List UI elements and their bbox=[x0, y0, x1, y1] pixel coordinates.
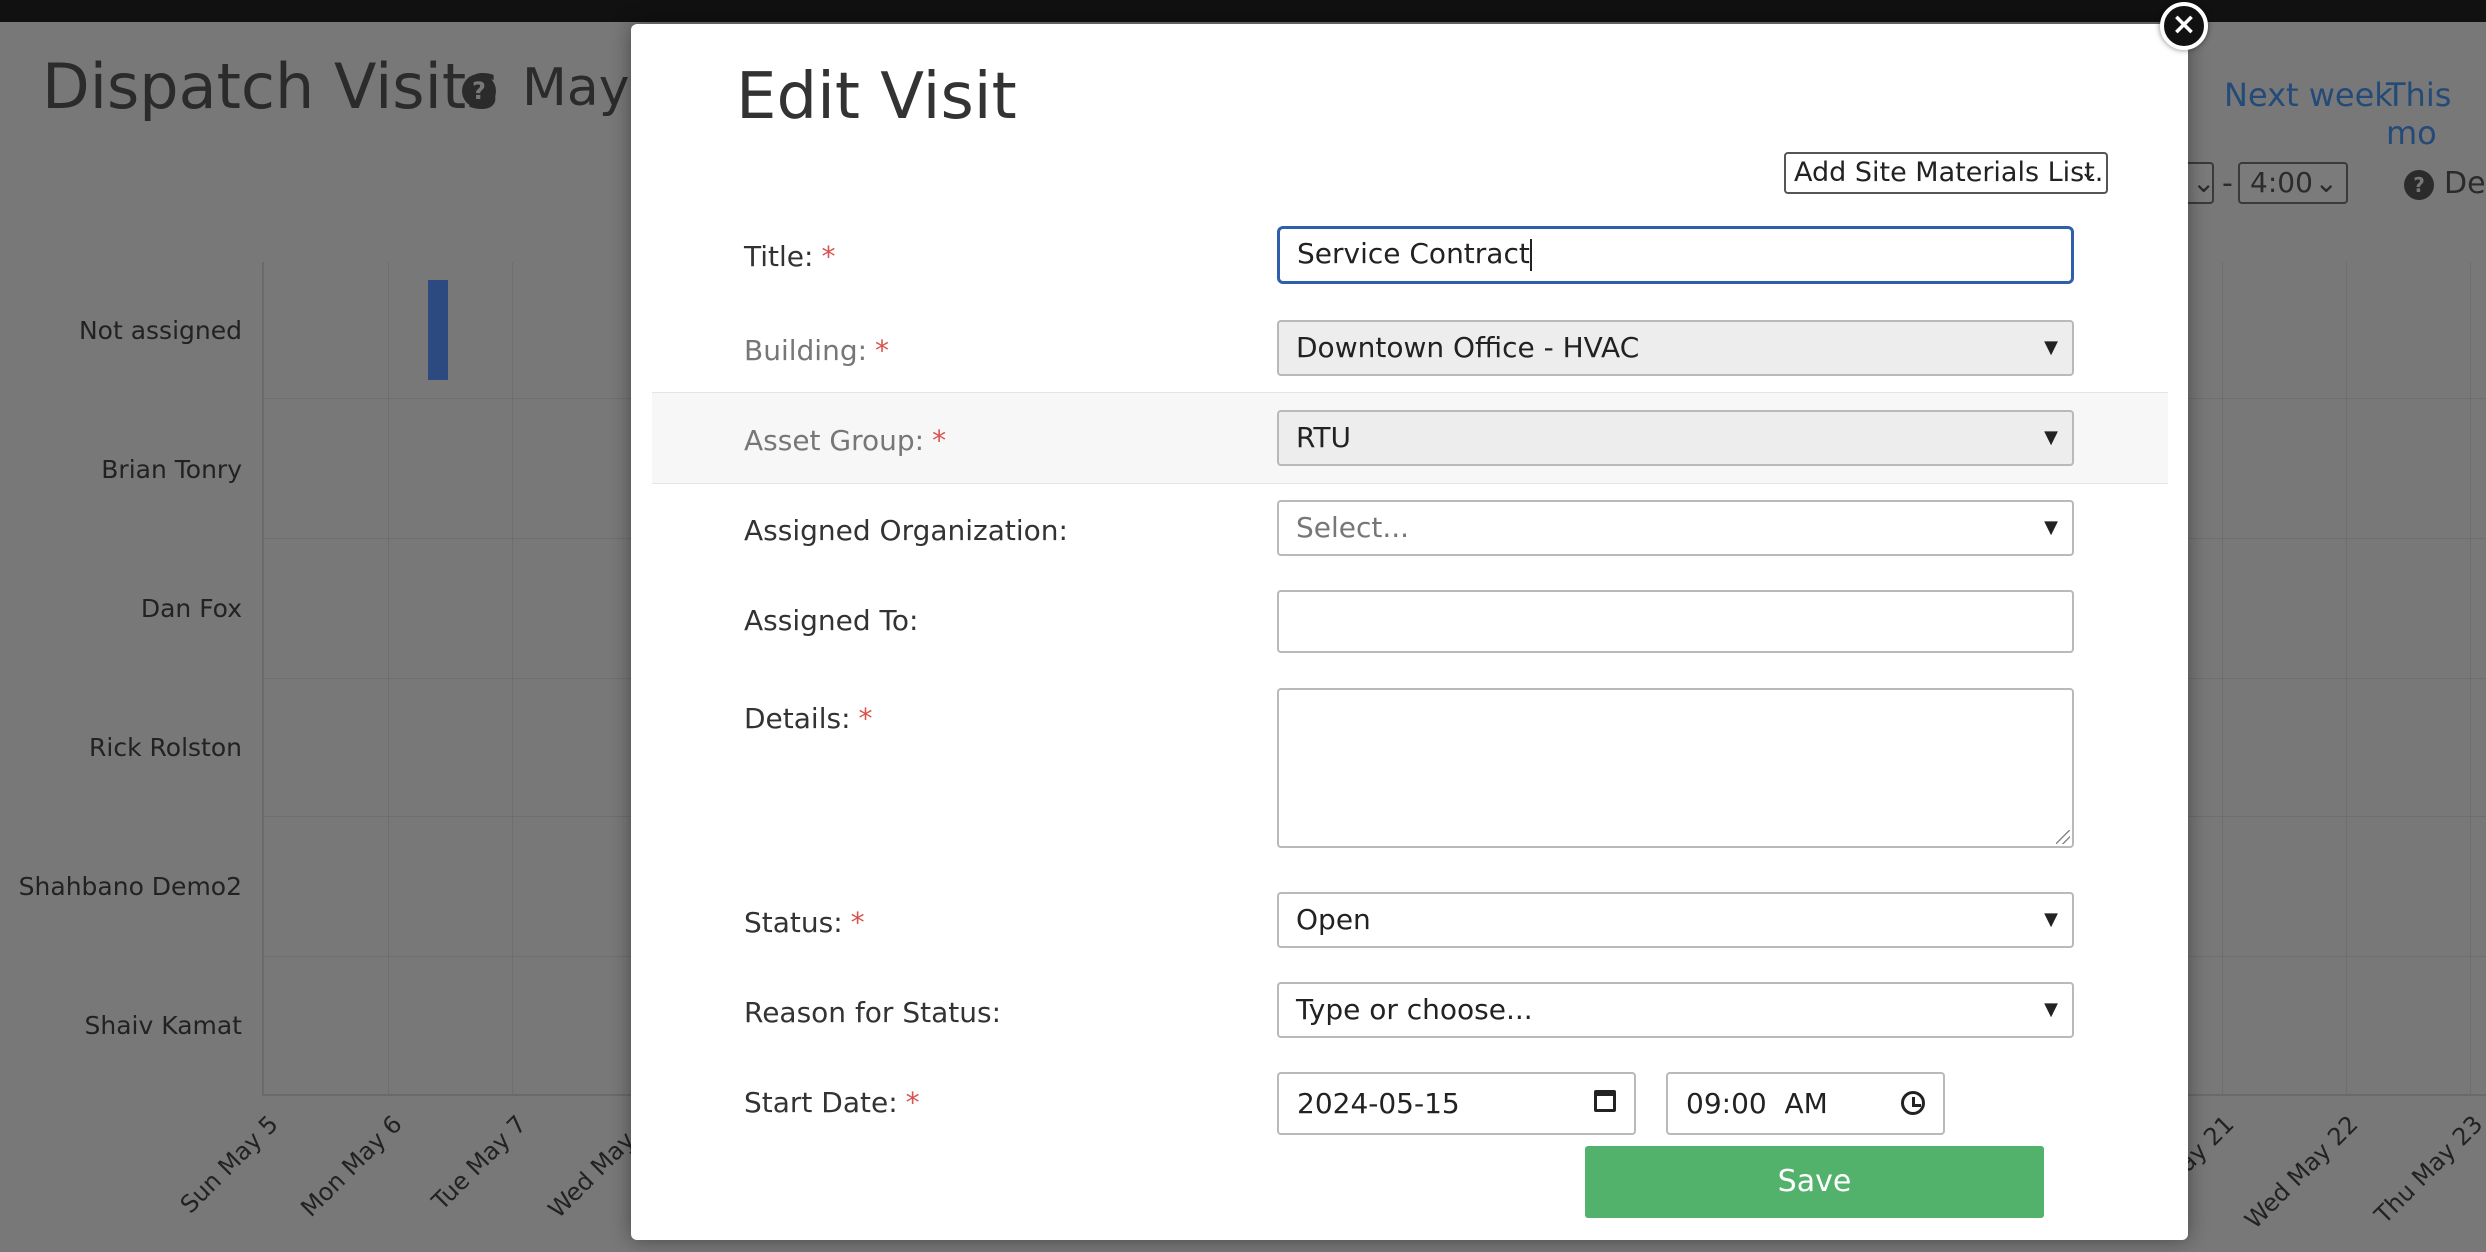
row-label: Shaiv Kamat bbox=[84, 1011, 242, 1040]
calendar-icon[interactable] bbox=[1594, 1090, 1616, 1112]
caret-down-icon: ▼ bbox=[2044, 909, 2058, 930]
this-month-link[interactable]: This mo bbox=[2386, 76, 2486, 152]
text-cursor bbox=[1529, 239, 1532, 271]
help-icon[interactable]: ? bbox=[2404, 170, 2434, 200]
building-select[interactable]: Downtown Office - HVAC ▼ bbox=[1277, 320, 2074, 376]
required-mark: * bbox=[905, 1086, 920, 1119]
caret-down-icon: ▼ bbox=[2044, 427, 2058, 448]
day-divider bbox=[2470, 262, 2471, 1094]
row-label: Rick Rolston bbox=[89, 733, 242, 762]
caret-down-icon: ▼ bbox=[2044, 999, 2058, 1020]
page-title: Dispatch Visits bbox=[42, 50, 499, 123]
asset-group-value: RTU bbox=[1296, 421, 1352, 454]
required-mark: * bbox=[875, 334, 890, 367]
asset-group-label: Asset Group: * bbox=[744, 424, 947, 457]
details-textarea[interactable] bbox=[1277, 688, 2074, 848]
range-dash: - bbox=[2222, 166, 2233, 201]
row-label: Not assigned bbox=[78, 316, 242, 345]
required-mark: * bbox=[850, 906, 865, 939]
visit-bar[interactable] bbox=[428, 280, 448, 380]
status-value: Open bbox=[1296, 903, 1371, 936]
title-value: Service Contract bbox=[1297, 237, 1530, 270]
chevron-down-icon: ⌄ bbox=[2314, 166, 2338, 199]
clock-icon[interactable] bbox=[1901, 1091, 1925, 1115]
month-label: May bbox=[522, 58, 630, 118]
materials-select-value: Add Site Materials List.. bbox=[1794, 157, 2108, 188]
close-modal-button[interactable]: × bbox=[2160, 2, 2208, 50]
close-icon: × bbox=[2171, 7, 2197, 42]
required-mark: * bbox=[858, 702, 873, 735]
start-date-label: Start Date: * bbox=[744, 1086, 920, 1119]
assigned-organization-select[interactable]: Select... ▼ bbox=[1277, 500, 2074, 556]
row-label: Shahbano Demo2 bbox=[18, 872, 242, 901]
status-label: Status: * bbox=[744, 906, 865, 939]
modal-title: Edit Visit bbox=[736, 60, 1017, 134]
assigned-to-label: Assigned To: bbox=[744, 604, 919, 637]
start-time-input[interactable]: 09:00 AM bbox=[1666, 1072, 1945, 1135]
day-divider bbox=[512, 262, 513, 1094]
default-label: Def bbox=[2444, 166, 2486, 201]
details-label: Details: * bbox=[744, 702, 873, 735]
asset-group-select[interactable]: RTU ▼ bbox=[1277, 410, 2074, 466]
day-divider bbox=[388, 262, 389, 1094]
reason-placeholder: Type or choose... bbox=[1296, 993, 1533, 1026]
status-select[interactable]: Open ▼ bbox=[1277, 892, 2074, 948]
title-input[interactable]: Service Contract bbox=[1277, 226, 2074, 284]
resize-handle-icon[interactable] bbox=[2056, 830, 2070, 844]
top-bar bbox=[0, 0, 2486, 22]
chevron-down-icon: ⌄ bbox=[2079, 160, 2098, 185]
reason-for-status-label: Reason for Status: bbox=[744, 996, 1002, 1029]
next-week-link[interactable]: Next week bbox=[2224, 76, 2393, 114]
assigned-organization-placeholder: Select... bbox=[1296, 511, 1410, 544]
range-end-select[interactable]: 4:00 ⌄ bbox=[2238, 162, 2348, 204]
assigned-to-input[interactable] bbox=[1277, 590, 2074, 653]
row-label: Dan Fox bbox=[140, 594, 242, 623]
reason-for-status-select[interactable]: Type or choose... ▼ bbox=[1277, 982, 2074, 1038]
range-end-value: 4:00 bbox=[2250, 166, 2313, 199]
assigned-organization-label: Assigned Organization: bbox=[744, 514, 1068, 547]
caret-down-icon: ▼ bbox=[2044, 517, 2058, 538]
row-label: Brian Tonry bbox=[101, 455, 242, 484]
building-value: Downtown Office - HVAC bbox=[1296, 331, 1640, 364]
help-icon[interactable]: ? bbox=[462, 74, 496, 108]
day-divider bbox=[2346, 262, 2347, 1094]
start-time-value: 09:00 AM bbox=[1686, 1087, 1828, 1120]
required-mark: * bbox=[932, 424, 947, 457]
caret-down-icon: ▼ bbox=[2044, 337, 2058, 358]
start-date-input[interactable]: 2024-05-15 bbox=[1277, 1072, 1636, 1135]
start-date-value: 2024-05-15 bbox=[1297, 1087, 1460, 1120]
chevron-down-icon: ⌄ bbox=[2192, 166, 2216, 199]
building-label: Building: * bbox=[744, 334, 890, 367]
day-divider bbox=[2222, 262, 2223, 1094]
save-button[interactable]: Save bbox=[1585, 1146, 2044, 1218]
title-label: Title: * bbox=[744, 240, 836, 273]
add-site-materials-select[interactable]: Add Site Materials List.. ⌄ bbox=[1784, 152, 2108, 194]
required-mark: * bbox=[821, 240, 836, 273]
